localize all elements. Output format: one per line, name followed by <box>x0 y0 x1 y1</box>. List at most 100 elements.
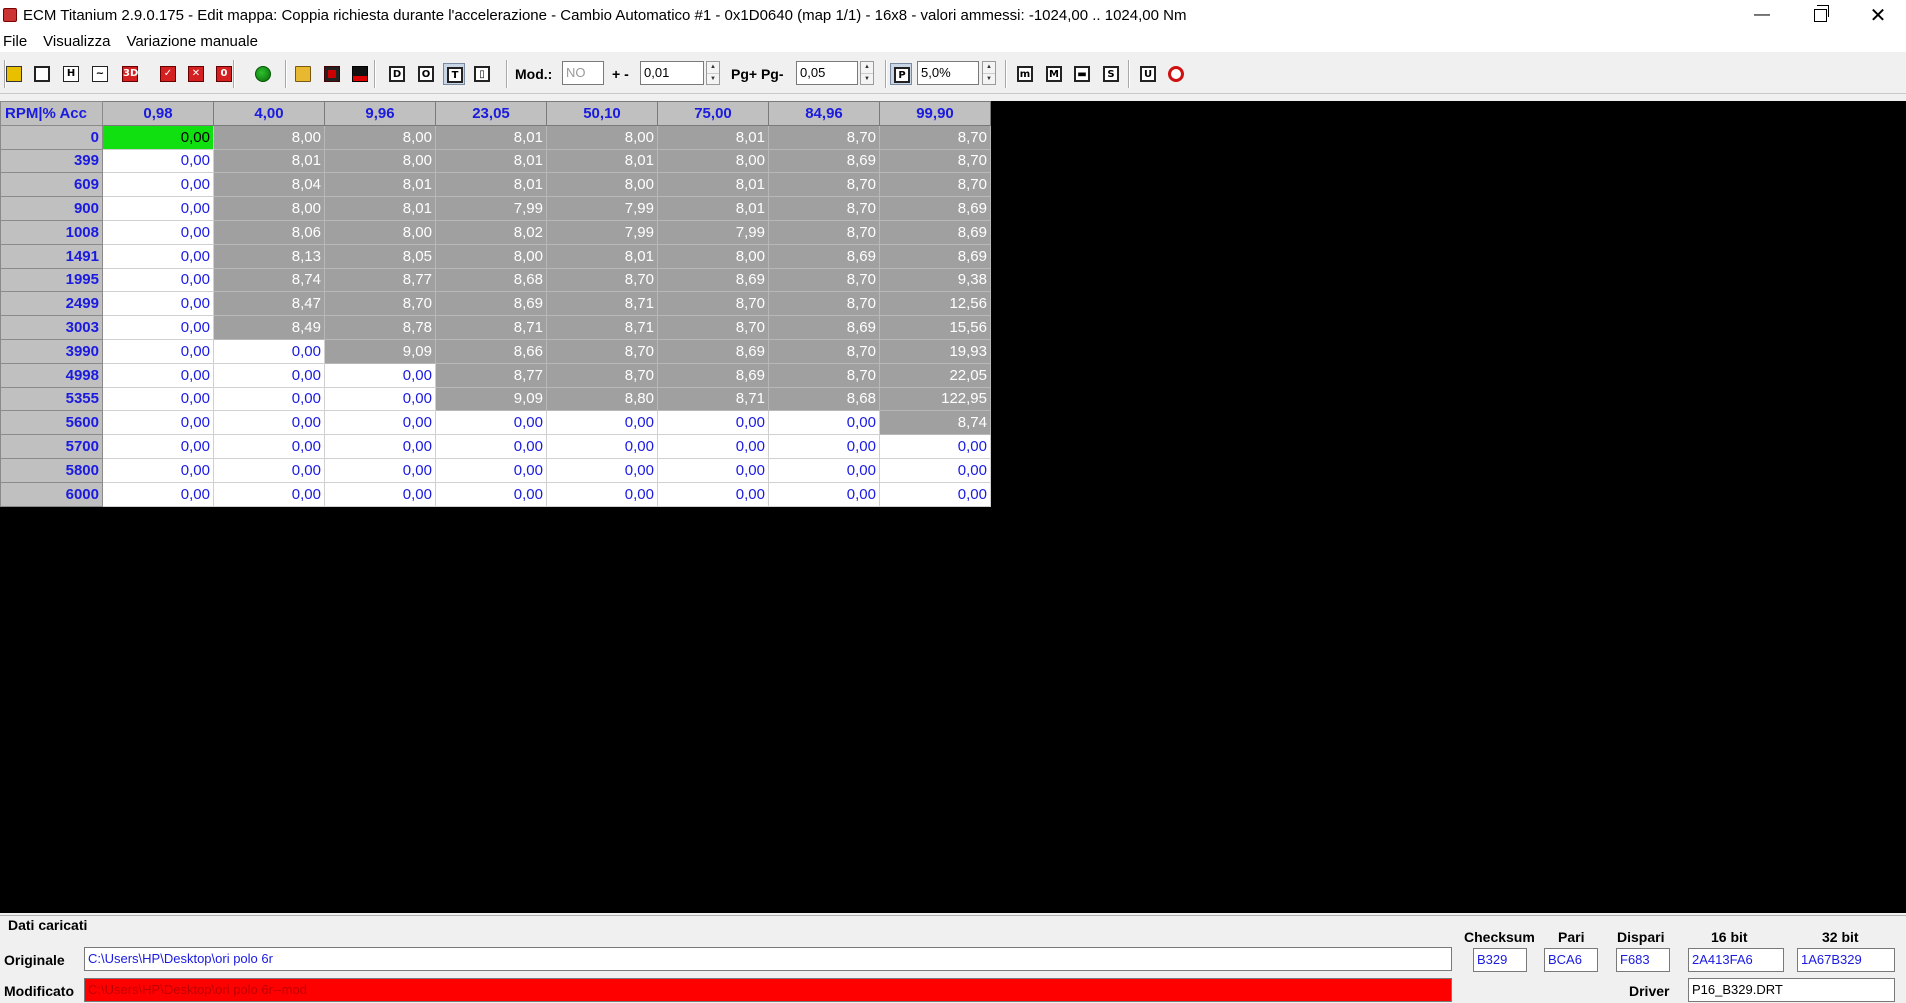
map-cell[interactable]: 8,70 <box>768 338 880 364</box>
map-cell[interactable]: 8,01 <box>657 196 769 221</box>
map-cell[interactable]: 0,00 <box>213 481 325 507</box>
map-cell[interactable]: 0,00 <box>657 434 769 459</box>
driver-field[interactable]: P16_B329.DRT <box>1688 978 1895 1002</box>
map-cell[interactable]: 8,74 <box>879 410 991 436</box>
menu-variazione-manuale[interactable]: Variazione manuale <box>123 33 266 50</box>
map-cell[interactable]: 8,70 <box>768 124 880 150</box>
color-scale-button[interactable]: ▬ <box>1071 63 1093 85</box>
map-cell[interactable]: 9,38 <box>879 267 991 293</box>
map-cell[interactable]: 8,71 <box>435 315 547 340</box>
map-cell[interactable]: 8,00 <box>657 243 769 269</box>
graph-3d-button[interactable]: 3D <box>119 63 141 85</box>
map-cell[interactable]: 0,00 <box>879 434 991 459</box>
color-map-button[interactable] <box>252 63 274 85</box>
column-header[interactable]: 4,00 <box>213 101 325 126</box>
map-cell[interactable]: 8,71 <box>546 291 658 317</box>
map-cell[interactable]: 0,00 <box>102 291 214 317</box>
map-cell[interactable]: 8,71 <box>657 386 769 412</box>
map-cell[interactable]: 0,00 <box>546 434 658 459</box>
graph-2d-button[interactable]: ~ <box>89 63 111 85</box>
map-cell[interactable]: 15,56 <box>879 315 991 340</box>
map-cell[interactable]: 0,00 <box>213 362 325 388</box>
map-cell[interactable]: 8,01 <box>435 172 547 198</box>
map-cell[interactable]: 0,00 <box>324 410 436 436</box>
map-cell[interactable]: 8,49 <box>213 315 325 340</box>
map-cell[interactable]: 8,74 <box>213 267 325 293</box>
map-cell[interactable]: 8,70 <box>657 291 769 317</box>
map-cell[interactable]: 8,77 <box>435 362 547 388</box>
map-cell[interactable]: 0,00 <box>546 410 658 436</box>
column-header[interactable]: 50,10 <box>546 101 658 126</box>
map-cell[interactable]: 8,69 <box>768 315 880 340</box>
pari-field[interactable]: BCA6 <box>1544 948 1598 972</box>
map-cell[interactable]: 8,01 <box>435 124 547 150</box>
row-header[interactable]: 5700 <box>0 434 103 459</box>
row-header[interactable]: 399 <box>0 148 103 174</box>
map-cell[interactable]: 0,00 <box>657 410 769 436</box>
map-cell[interactable]: 8,70 <box>879 148 991 174</box>
map-cell[interactable]: 0,00 <box>102 457 214 483</box>
map-cell[interactable]: 8,70 <box>768 219 880 245</box>
map-cell[interactable]: 8,70 <box>546 267 658 293</box>
map-cell[interactable]: 0,00 <box>213 410 325 436</box>
map-cell[interactable]: 0,00 <box>213 434 325 459</box>
map-cell[interactable]: 8,05 <box>324 243 436 269</box>
max-button[interactable]: M <box>1043 63 1065 85</box>
row-header[interactable]: 5800 <box>0 457 103 483</box>
map-cell[interactable]: 8,70 <box>768 172 880 198</box>
page-step-input[interactable]: 0,05 <box>796 61 858 85</box>
map-cell[interactable]: 0,00 <box>102 243 214 269</box>
menu-visualizza[interactable]: Visualizza <box>40 33 119 50</box>
map-cell[interactable]: 8,00 <box>546 124 658 150</box>
dispari-field[interactable]: F683 <box>1616 948 1670 972</box>
min-button[interactable]: m <box>1014 63 1036 85</box>
map-cell[interactable]: 0,00 <box>435 457 547 483</box>
map-cell[interactable]: 8,70 <box>768 362 880 388</box>
percent-mode-button[interactable]: P <box>890 63 912 85</box>
map-cell[interactable]: 8,69 <box>879 243 991 269</box>
row-header[interactable]: 4998 <box>0 362 103 388</box>
map-cell[interactable]: 0,00 <box>102 148 214 174</box>
map-cell[interactable]: 8,01 <box>435 148 547 174</box>
map-cell[interactable]: 0,00 <box>768 410 880 436</box>
step-input[interactable]: 0,01 <box>640 61 704 85</box>
map-cell[interactable]: 8,06 <box>213 219 325 245</box>
map-cell[interactable]: 8,01 <box>657 124 769 150</box>
map-cell[interactable]: 0,00 <box>102 196 214 221</box>
map-cell[interactable]: 8,01 <box>213 148 325 174</box>
map-cell[interactable]: 22,05 <box>879 362 991 388</box>
checksum-field[interactable]: B329 <box>1473 948 1527 972</box>
map-cell[interactable]: 0,00 <box>102 219 214 245</box>
map-cell[interactable]: 8,70 <box>768 196 880 221</box>
map-cell[interactable]: 8,69 <box>879 219 991 245</box>
home-button[interactable] <box>3 63 25 85</box>
map-cell[interactable]: 0,00 <box>102 386 214 412</box>
map-cell[interactable]: 8,13 <box>213 243 325 269</box>
page-step-spinner[interactable]: ▲ ▼ <box>860 61 874 85</box>
row-header[interactable]: 1995 <box>0 267 103 293</box>
16bit-field[interactable]: 2A413FA6 <box>1688 948 1784 972</box>
undo-button[interactable]: U <box>1137 63 1159 85</box>
display-columns-button[interactable]: ▯ <box>471 63 493 85</box>
map-cell[interactable]: 9,09 <box>324 338 436 364</box>
map-cell[interactable]: 8,00 <box>213 124 325 150</box>
map-cell[interactable]: 12,56 <box>879 291 991 317</box>
display-decimal-button[interactable]: D <box>386 63 408 85</box>
map-cell[interactable]: 0,00 <box>546 457 658 483</box>
map-cell[interactable]: 0,00 <box>324 362 436 388</box>
menu-file[interactable]: File <box>0 33 36 50</box>
map-cell[interactable]: 8,01 <box>324 196 436 221</box>
map-cell[interactable]: 0,00 <box>768 434 880 459</box>
column-header[interactable]: 99,90 <box>879 101 991 126</box>
map-cell[interactable]: 0,00 <box>546 481 658 507</box>
map-cell[interactable]: 8,66 <box>435 338 547 364</box>
row-header[interactable]: 0 <box>0 124 103 150</box>
map-cell[interactable]: 8,70 <box>657 315 769 340</box>
modified-path-field[interactable]: C:\Users\HP\Desktop\ori polo 6r--mod <box>84 978 1452 1002</box>
minimize-button[interactable]: — <box>1734 0 1790 30</box>
column-header[interactable]: 0,98 <box>102 101 214 126</box>
row-header[interactable]: 3003 <box>0 315 103 340</box>
32bit-field[interactable]: 1A67B329 <box>1797 948 1895 972</box>
map-cell[interactable]: 8,69 <box>879 196 991 221</box>
map-cell[interactable]: 9,09 <box>435 386 547 412</box>
